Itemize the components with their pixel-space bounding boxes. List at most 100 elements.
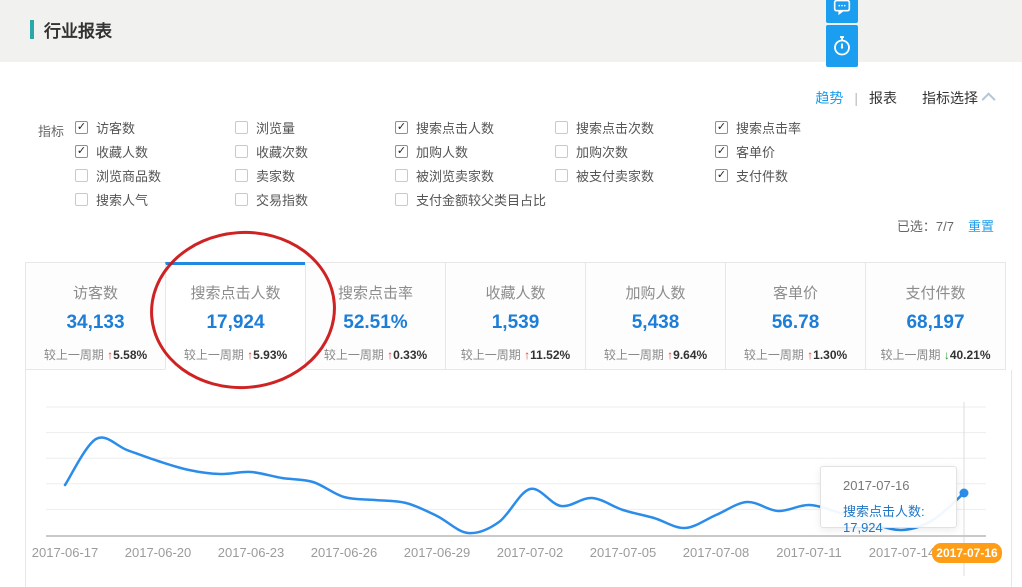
title-accent-bar [30,20,34,39]
industry-report-page: 行业报表 趋势 | 报表 指标选择 [0,0,1022,587]
metric-checkbox-item[interactable]: 交易指数 [235,187,308,211]
checkbox-unchecked-icon [75,169,88,182]
metric-tab-title: 搜索点击人数 [166,282,305,303]
metric-checkbox-item[interactable]: ✓ 搜索点击人数 [395,115,546,139]
checkbox-unchecked-icon [395,169,408,182]
metric-checkbox-column: 浏览量收藏次数卖家数交易指数 [235,115,308,211]
report-view-link[interactable]: 报表 [869,88,897,108]
metric-tab-compare: 较上一周期 ↑5.58% [26,346,165,363]
metrics-label: 指标 [38,121,64,140]
metric-checkbox-label: 搜索人气 [96,190,148,209]
metric-checkbox-label: 收藏次数 [256,142,308,161]
metric-checkbox-label: 收藏人数 [96,142,148,161]
metric-tab[interactable]: 支付件数 68,197 较上一周期 ↓40.21% [865,262,1006,370]
metric-checkbox-label: 支付金额较父类目占比 [416,190,546,209]
metric-tab-value: 68,197 [866,312,1005,334]
tooltip-value: 搜索点击人数: 17,924 [843,501,956,535]
metric-tab-compare: 较上一周期 ↑1.30% [726,346,865,363]
metric-tab-title: 加购人数 [586,282,725,303]
checkbox-unchecked-icon [235,145,248,158]
metric-tab[interactable]: 搜索点击率 52.51% 较上一周期 ↑0.33% [305,262,446,370]
checkbox-unchecked-icon [555,169,568,182]
metric-checkbox-label: 卖家数 [256,166,295,185]
checkbox-checked-icon: ✓ [75,145,88,158]
metric-checkbox-item[interactable]: 搜索人气 [75,187,161,211]
metric-tab[interactable]: 客单价 56.78 较上一周期 ↑1.30% [725,262,866,370]
metric-tab-value: 52.51% [306,312,445,334]
metric-tab-value: 34,133 [26,312,165,334]
checkbox-unchecked-icon [235,169,248,182]
metric-checkbox-item[interactable]: 被支付卖家数 [555,163,654,187]
metric-tab-title: 客单价 [726,282,865,303]
metric-tab-compare: 较上一周期 ↑9.64% [586,346,725,363]
metric-tab[interactable]: 加购人数5,438较上一周期 ↑9.64% [585,262,726,370]
checkbox-unchecked-icon [75,193,88,206]
metric-checkbox-label: 搜索点击人数 [416,118,494,137]
metric-checkbox-item[interactable]: ✓ 搜索点击率 [715,115,801,139]
metric-checkbox-column: 搜索点击次数加购次数被支付卖家数 [555,115,654,187]
page-title: 行业报表 [44,17,112,42]
metric-tab-compare: 较上一周期 ↓40.21% [866,346,1005,363]
metric-checkbox-item[interactable]: ✓支付件数 [715,163,801,187]
metric-tab-value: 56.78 [726,312,865,334]
metric-checkbox-item[interactable]: ✓访客数 [75,115,161,139]
metric-checkbox-column: ✓ 搜索点击率 ✓ 客单价 ✓支付件数 [715,115,801,187]
metric-checkbox-column: ✓ 搜索点击人数 ✓加购人数被浏览卖家数支付金额较父类目占比 [395,115,546,211]
feedback-button[interactable] [826,0,858,23]
checkbox-checked-icon: ✓ [715,145,728,158]
metric-checkbox-label: 浏览量 [256,118,295,137]
metric-checkbox-label: 支付件数 [736,166,788,185]
reset-link[interactable]: 重置 [968,216,994,235]
metric-checkbox-item[interactable]: 被浏览卖家数 [395,163,546,187]
metric-checkbox-item[interactable]: 支付金额较父类目占比 [395,187,546,211]
metric-checkbox-item[interactable]: 浏览商品数 [75,163,161,187]
metric-tab[interactable]: 搜索点击人数 17,924 较上一周期 ↑5.93% [165,262,306,370]
metric-tabs: 访客数34,133较上一周期 ↑5.58%搜索点击人数17,924较上一周期 ↑… [25,262,1006,370]
checkbox-unchecked-icon [235,193,248,206]
metric-checkbox-label: 客单价 [736,142,775,161]
chat-bubble-icon [831,0,853,18]
metric-checkbox-item[interactable]: 收藏次数 [235,139,308,163]
highlighted-date-badge: 2017-07-16 [932,543,1002,563]
timer-button[interactable] [826,25,858,67]
selected-count: 已选：7/7 [897,216,954,235]
metric-checkbox-label: 被支付卖家数 [576,166,654,185]
metric-tab-title: 收藏人数 [446,282,585,303]
metric-checkbox-item[interactable]: 卖家数 [235,163,308,187]
metric-checkbox-item[interactable]: 加购次数 [555,139,654,163]
metric-checkbox-item[interactable]: 搜索点击次数 [555,115,654,139]
checkbox-unchecked-icon [555,145,568,158]
metric-checkbox-label: 交易指数 [256,190,308,209]
metric-select-toggle[interactable]: 指标选择 [922,88,995,108]
metric-checkbox-item[interactable]: ✓加购人数 [395,139,546,163]
trend-view-link[interactable]: 趋势 [815,88,843,108]
metric-tab-compare: 较上一周期 ↑0.33% [306,346,445,363]
stopwatch-icon [830,34,854,58]
checkbox-unchecked-icon [235,121,248,134]
checkbox-unchecked-icon [395,193,408,206]
metric-tab[interactable]: 收藏人数1,539较上一周期 ↑11.52% [445,262,586,370]
checkbox-checked-icon: ✓ [395,145,408,158]
metric-tab-value: 17,924 [166,312,305,334]
metric-checkbox-column: ✓访客数 ✓ 收藏人数浏览商品数搜索人气 [75,115,161,211]
metric-tab-compare: 较上一周期 ↑11.52% [446,346,585,363]
metric-checkbox-label: 搜索点击次数 [576,118,654,137]
metric-checkbox-label: 浏览商品数 [96,166,161,185]
metric-checkbox-item[interactable]: 浏览量 [235,115,308,139]
metric-tab-title: 访客数 [26,282,165,303]
metric-tab-compare: 较上一周期 ↑5.93% [166,346,305,363]
checkbox-checked-icon: ✓ [395,121,408,134]
metric-checkbox-item[interactable]: ✓ 客单价 [715,139,801,163]
selected-count-row: 已选：7/7 重置 [897,216,994,235]
checkbox-checked-icon: ✓ [715,121,728,134]
metric-tab-title: 支付件数 [866,282,1005,303]
metric-tab-title: 搜索点击率 [306,282,445,303]
view-nav: 趋势 | 报表 指标选择 [815,88,995,108]
metric-tab[interactable]: 访客数 34,133 较上一周期 ↑5.58% [25,262,166,370]
checkbox-unchecked-icon [555,121,568,134]
metric-checkbox-item[interactable]: ✓ 收藏人数 [75,139,161,163]
chevron-up-icon [982,92,996,106]
nav-divider: | [854,90,858,106]
tooltip-date: 2017-07-16 [843,478,956,493]
metric-checkbox-label: 搜索点击率 [736,118,801,137]
